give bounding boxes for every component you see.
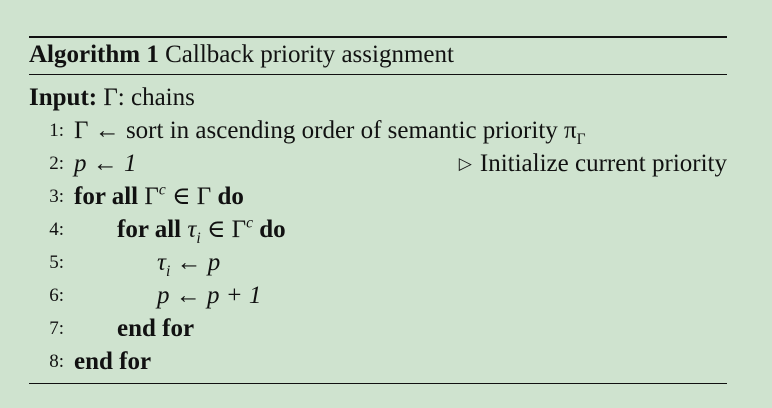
line-number: 1: xyxy=(49,120,64,141)
keyword-end-for: end for xyxy=(117,315,195,342)
comment-text: Initialize current priority xyxy=(479,150,727,177)
comment-triangle-icon: ▷ xyxy=(458,154,472,173)
algorithm-line-2: 2: p ← 1 ▷ Initialize current priority xyxy=(29,147,727,180)
algorithm-block: Algorithm 1 Callback priority assignment… xyxy=(29,36,727,384)
input-value: Γ: chains xyxy=(103,84,195,111)
line-code: Γ ← sort in ascending order of semantic … xyxy=(74,117,586,148)
keyword-end-for: end for xyxy=(74,348,152,375)
bottom-rule xyxy=(29,383,727,384)
input-label: Input: xyxy=(29,84,98,111)
line-number: 4: xyxy=(49,219,64,240)
algorithm-title: Algorithm 1 Callback priority assignment xyxy=(29,41,454,69)
input-line: Input: Γ: chains xyxy=(29,81,195,114)
title-rule xyxy=(29,74,727,75)
keyword-do: do xyxy=(259,216,286,243)
keyword-for-all: for all xyxy=(117,216,182,243)
line-number: 7: xyxy=(49,318,64,339)
line-text: p ← 1 xyxy=(74,150,137,177)
line-comment: ▷ Initialize current priority xyxy=(459,147,727,182)
line-number: 8: xyxy=(49,351,64,372)
keyword-for-all: for all xyxy=(74,183,139,210)
algorithm-name: Callback priority assignment xyxy=(165,41,454,68)
algorithm-line-1: 1: Γ ← sort in ascending order of semant… xyxy=(29,114,727,147)
line-number: 2: xyxy=(49,153,64,174)
top-rule xyxy=(29,36,727,38)
line-text: Γ ← sort in ascending order of semantic … xyxy=(74,117,577,144)
line-number: 5: xyxy=(49,252,64,273)
line-code: for all τi ∈ Γc do xyxy=(117,214,286,247)
line-number: 3: xyxy=(49,186,64,207)
line-code: for all Γc ∈ Γ do xyxy=(74,181,244,210)
algorithm-label: Algorithm 1 xyxy=(29,41,159,68)
line-code: τi ← p xyxy=(157,249,221,280)
keyword-do: do xyxy=(217,183,244,210)
line-number: 6: xyxy=(49,285,64,306)
line-text: p ← p + 1 xyxy=(157,282,262,309)
